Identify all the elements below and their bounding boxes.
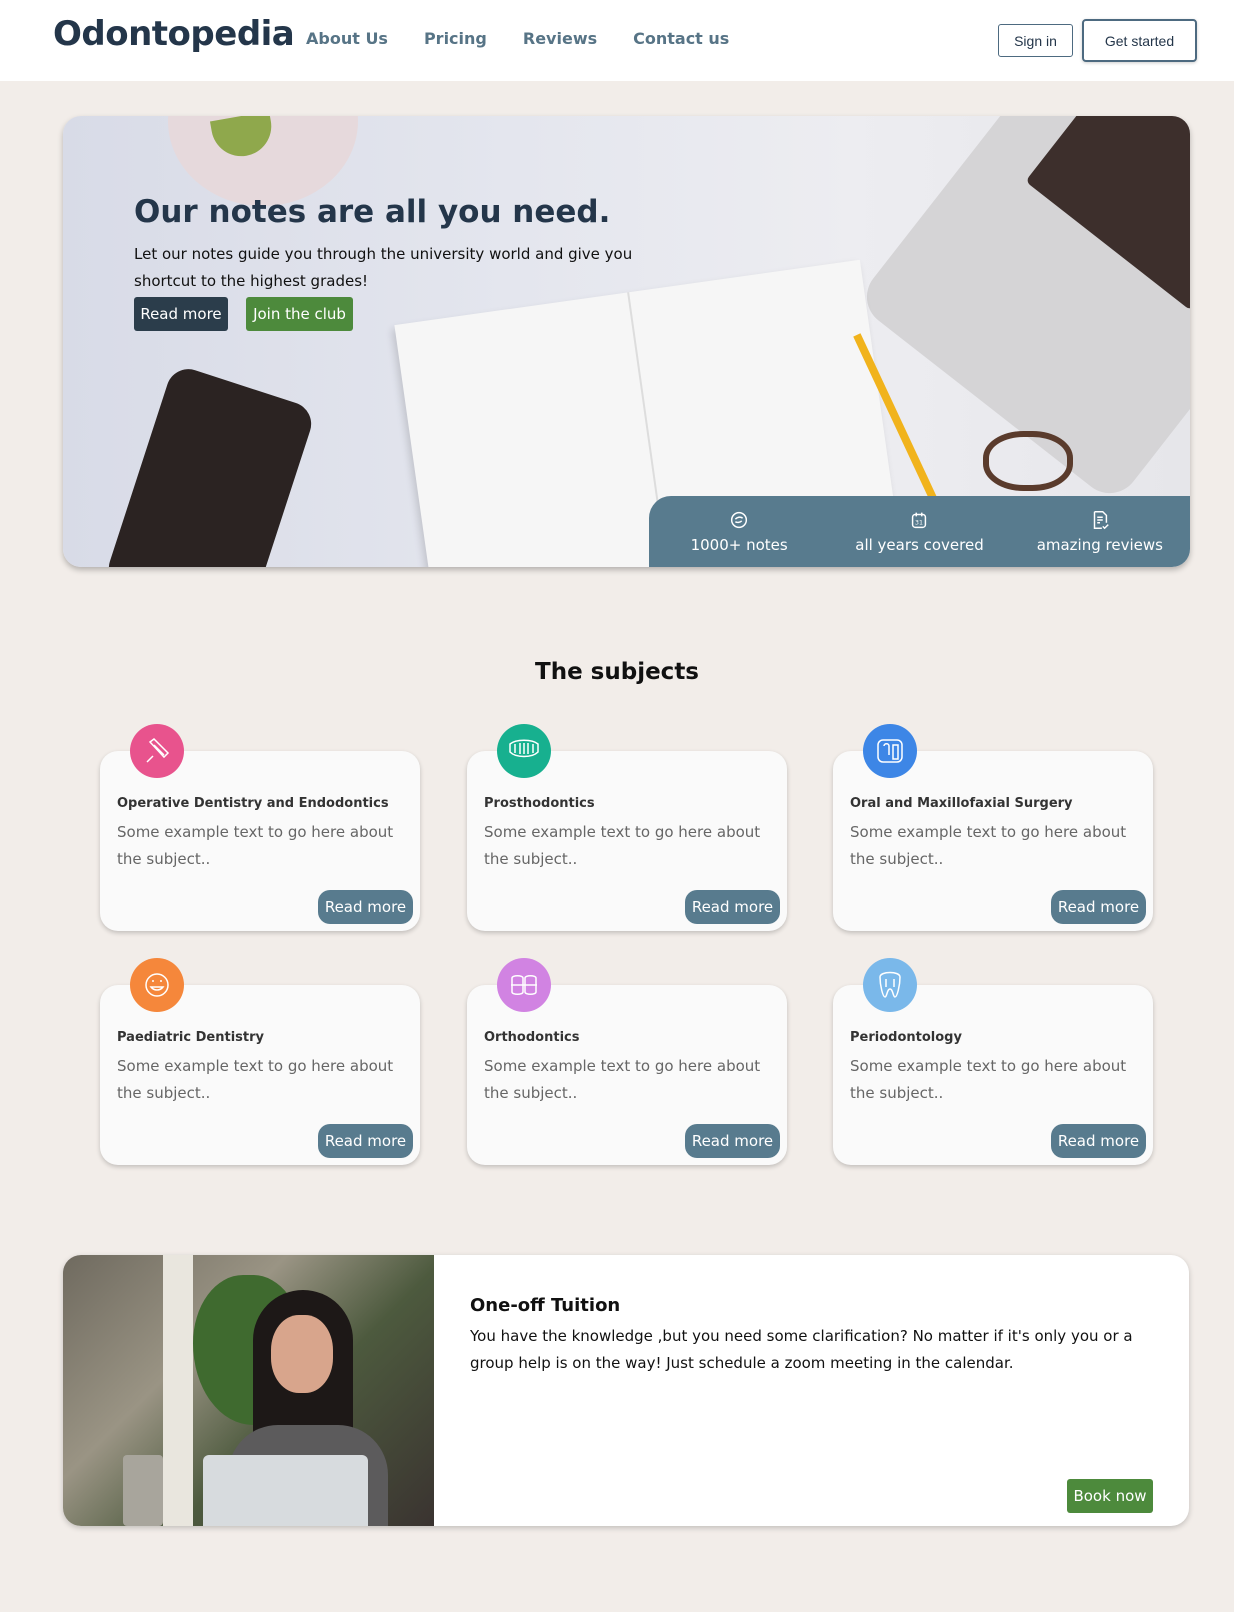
- site-header: Odontopedia About Us Pricing Reviews Con…: [0, 0, 1234, 81]
- card-title: Orthodontics: [484, 1030, 580, 1045]
- photo-wall: [163, 1255, 193, 1526]
- dentures-icon: [497, 724, 551, 778]
- reviews-icon: [1093, 511, 1109, 530]
- hero-read-more-button[interactable]: Read more: [134, 297, 228, 331]
- keyboard-image: [1025, 116, 1190, 311]
- nav-pricing[interactable]: Pricing: [424, 29, 487, 48]
- subject-card: Periodontology Some example text to go h…: [833, 958, 1153, 1165]
- card-text: Some example text to go here about the s…: [484, 823, 761, 868]
- glasses-image: [983, 431, 1073, 491]
- stats-bar: 1000+ notes 31 all years covered amazing…: [649, 496, 1190, 567]
- hero-title: Our notes are all you need.: [134, 194, 611, 230]
- nav-contact-us[interactable]: Contact us: [633, 29, 729, 48]
- tuition-section: One-off Tuition You have the knowledge ,…: [63, 1255, 1189, 1526]
- syringe-icon: [130, 724, 184, 778]
- tooth-root-icon: [863, 958, 917, 1012]
- subject-card: Orthodontics Some example text to go her…: [467, 958, 787, 1165]
- subjects-title: The subjects: [535, 659, 699, 685]
- hero-text: Let our notes guide you through the univ…: [134, 245, 633, 290]
- card-text: Some example text to go here about the s…: [117, 823, 394, 868]
- implant-icon: [863, 724, 917, 778]
- stat-notes: 1000+ notes: [649, 496, 829, 567]
- sign-in-button[interactable]: Sign in: [998, 24, 1073, 57]
- notes-icon: [731, 511, 748, 529]
- nav-reviews[interactable]: Reviews: [523, 29, 597, 48]
- student-photo: [63, 1255, 434, 1526]
- stat-label: all years covered: [855, 536, 984, 554]
- card-title: Periodontology: [850, 1030, 962, 1045]
- photo-kettle: [123, 1455, 163, 1526]
- logo[interactable]: Odontopedia: [53, 14, 295, 54]
- subject-card: Prosthodontics Some example text to go h…: [467, 724, 787, 931]
- card-read-more-button[interactable]: Read more: [1051, 890, 1146, 924]
- card-title: Oral and Maxillofaxial Surgery: [850, 796, 1073, 811]
- svg-text:31: 31: [915, 519, 923, 527]
- stat-label: 1000+ notes: [690, 536, 788, 554]
- tuition-text: You have the knowledge ,but you need som…: [470, 1327, 1133, 1372]
- card-read-more-button[interactable]: Read more: [685, 1124, 780, 1158]
- stat-label: amazing reviews: [1036, 536, 1163, 554]
- nav-about-us[interactable]: About Us: [306, 29, 388, 48]
- card-title: Paediatric Dentistry: [117, 1030, 264, 1045]
- card-text: Some example text to go here about the s…: [850, 823, 1127, 868]
- calendar-icon: 31: [912, 512, 927, 529]
- photo-laptop: [203, 1455, 368, 1526]
- stat-years: 31 all years covered: [829, 496, 1009, 567]
- get-started-button[interactable]: Get started: [1082, 19, 1197, 62]
- stat-reviews: amazing reviews: [1010, 496, 1190, 567]
- book-now-button[interactable]: Book now: [1067, 1479, 1153, 1513]
- card-title: Operative Dentistry and Endodontics: [117, 796, 389, 811]
- main-nav: About Us Pricing Reviews Contact us: [306, 29, 729, 48]
- card-read-more-button[interactable]: Read more: [318, 890, 413, 924]
- subject-card: Paediatric Dentistry Some example text t…: [100, 958, 420, 1165]
- hero-section: Our notes are all you need. Let our note…: [63, 116, 1190, 567]
- subject-card: Operative Dentistry and Endodontics Some…: [100, 724, 420, 931]
- card-text: Some example text to go here about the s…: [117, 1057, 394, 1102]
- tuition-title: One-off Tuition: [470, 1295, 621, 1316]
- card-text: Some example text to go here about the s…: [484, 1057, 761, 1102]
- photo-person-face: [271, 1315, 333, 1393]
- braces-icon: [497, 958, 551, 1012]
- join-the-club-button[interactable]: Join the club: [246, 297, 353, 331]
- card-read-more-button[interactable]: Read more: [685, 890, 780, 924]
- card-text: Some example text to go here about the s…: [850, 1057, 1127, 1102]
- phone-image: [103, 363, 317, 567]
- card-read-more-button[interactable]: Read more: [1051, 1124, 1146, 1158]
- card-title: Prosthodontics: [484, 796, 595, 811]
- child-smile-icon: [130, 958, 184, 1012]
- subject-card: Oral and Maxillofaxial Surgery Some exam…: [833, 724, 1153, 931]
- card-read-more-button[interactable]: Read more: [318, 1124, 413, 1158]
